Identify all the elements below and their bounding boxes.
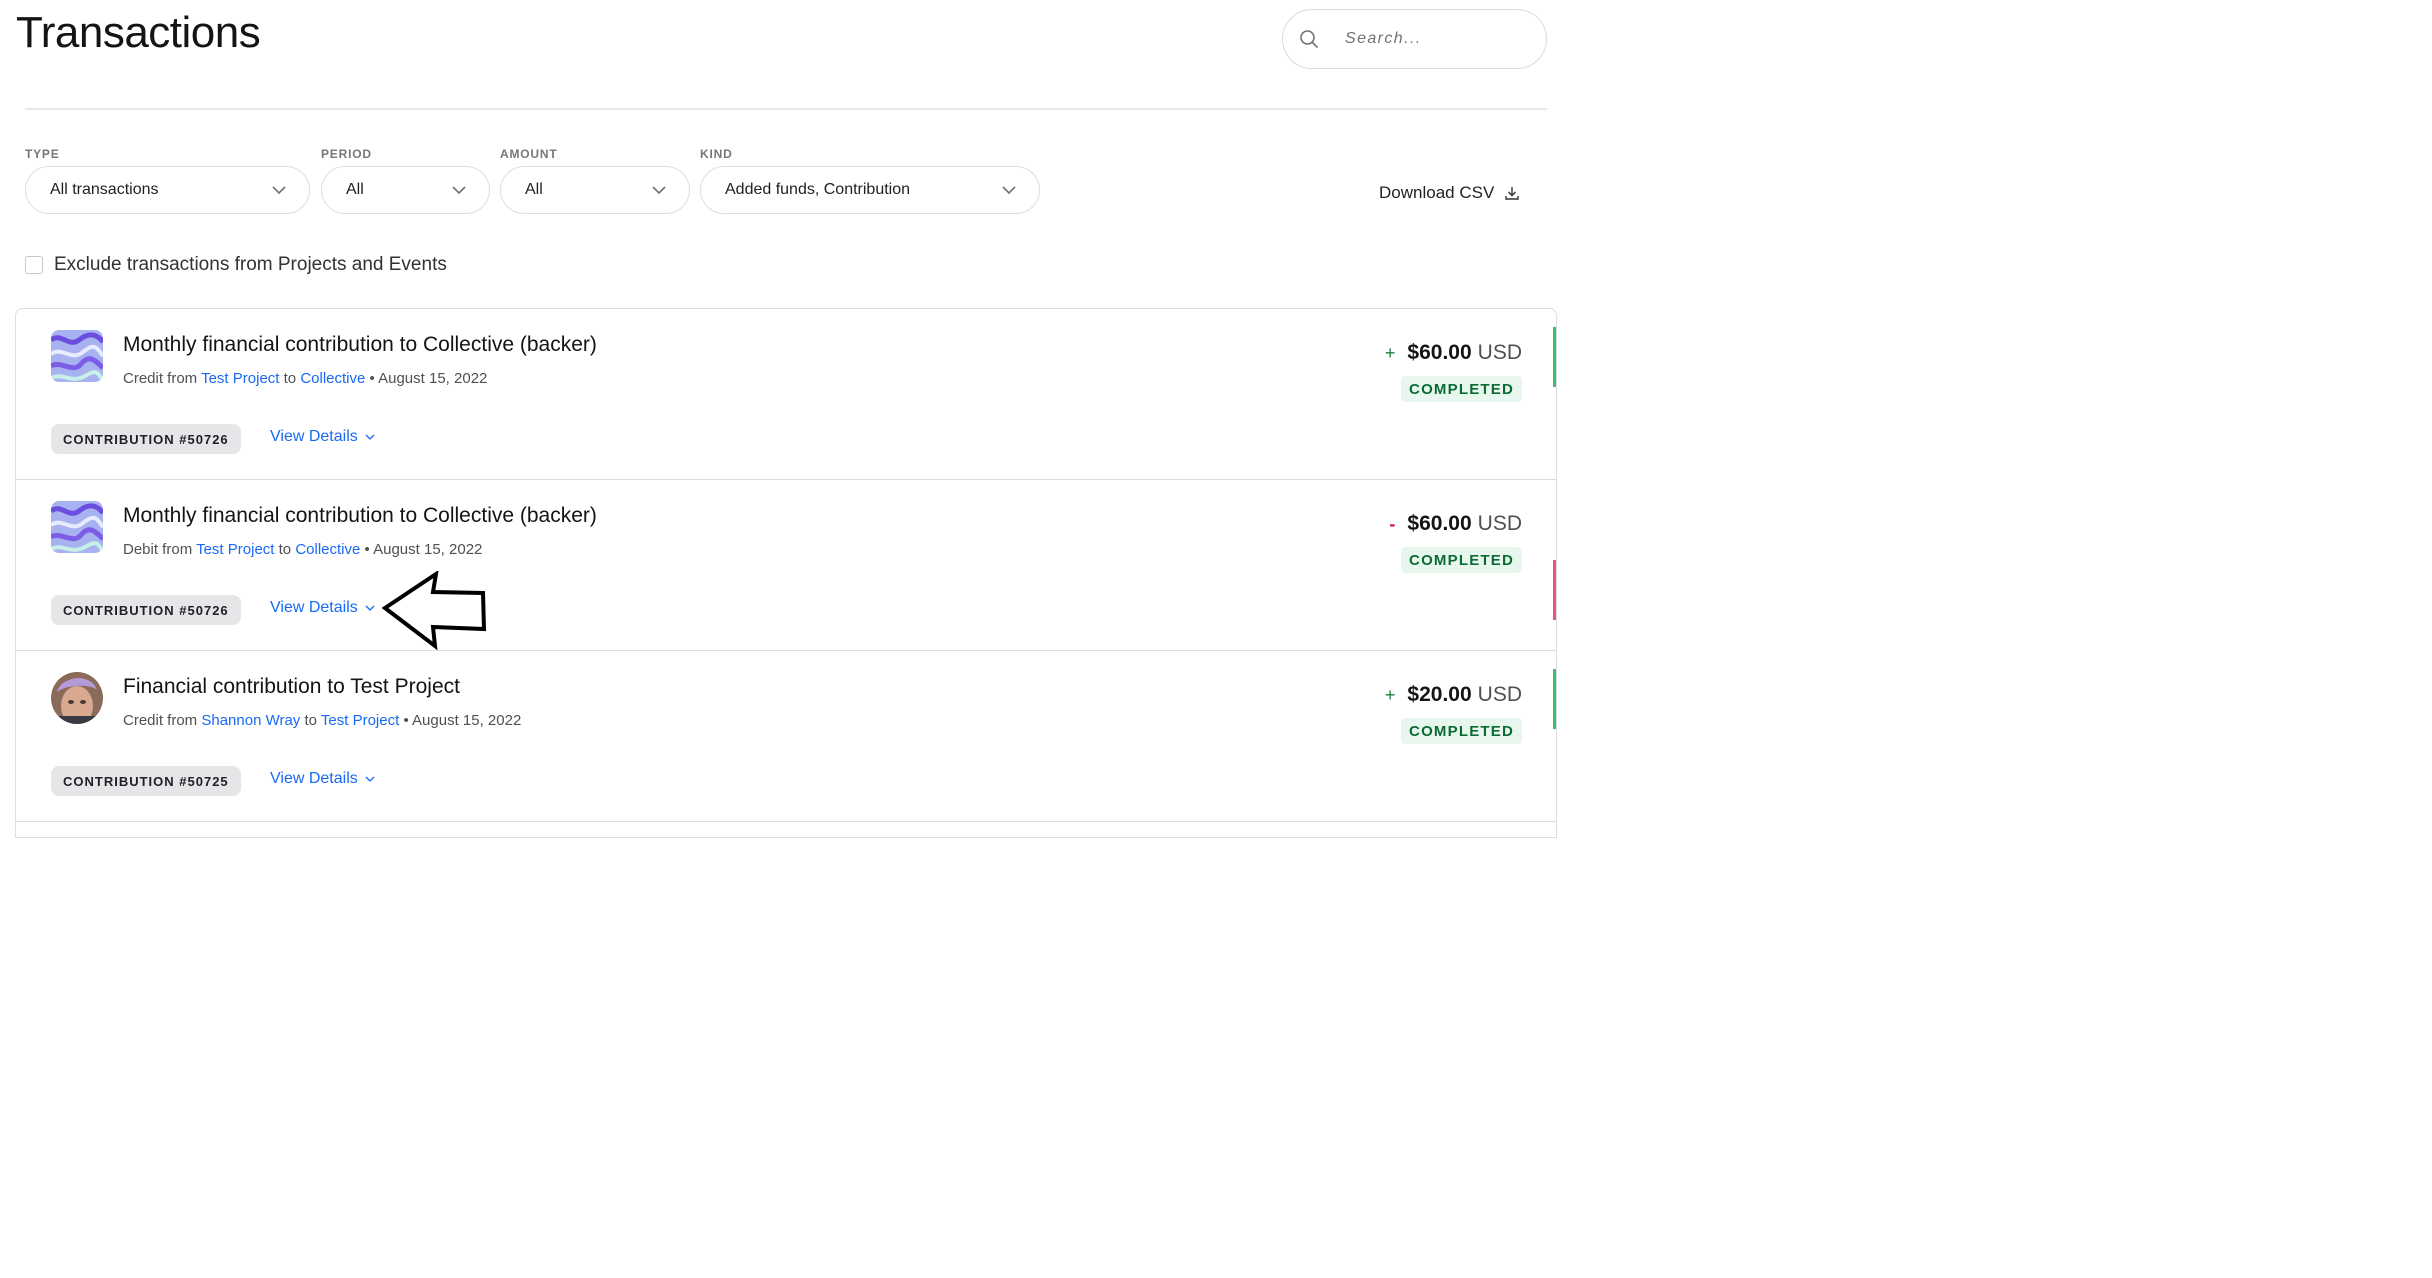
transaction-to-link[interactable]: Collective [300, 370, 365, 387]
annotation-arrow-icon [382, 571, 487, 651]
status-badge: COMPLETED [1401, 718, 1522, 744]
collective-avatar [51, 501, 103, 553]
transaction-to-link[interactable]: Test Project [321, 712, 399, 729]
chevron-down-icon [365, 434, 375, 440]
download-csv-label: Download CSV [1379, 183, 1495, 202]
transaction-item: Financial contribution to Test Project C… [16, 651, 1556, 822]
filter-type: TYPE All transactions [25, 147, 310, 214]
view-details-button[interactable]: View Details [270, 770, 375, 788]
transaction-item: Monthly financial contribution to Collec… [16, 309, 1556, 480]
transaction-title: Financial contribution to Test Project [123, 675, 460, 698]
amount-currency: USD [1477, 683, 1522, 706]
amount-value: $60.00 [1407, 341, 1472, 364]
header-divider [25, 108, 1547, 110]
chevron-down-icon [365, 605, 375, 611]
filter-type-value: All transactions [50, 181, 159, 198]
search-box[interactable] [1282, 9, 1547, 69]
transaction-from-link[interactable]: Test Project [196, 541, 274, 558]
amount-currency: USD [1477, 341, 1522, 364]
search-input[interactable] [1345, 30, 1525, 48]
chevron-down-icon [365, 776, 375, 782]
debit-indicator [1553, 560, 1556, 620]
transaction-subtitle: Debit from Test Project to Collective • … [123, 541, 482, 558]
download-icon [1505, 187, 1519, 200]
exclude-projects-events[interactable]: Exclude transactions from Projects and E… [25, 254, 447, 276]
view-details-label: View Details [270, 428, 358, 445]
transaction-subtitle: Credit from Shannon Wray to Test Project… [123, 712, 521, 729]
transaction-to-word: to [283, 370, 297, 387]
filter-type-select[interactable]: All transactions [25, 166, 310, 214]
transaction-from-link[interactable]: Test Project [201, 370, 279, 387]
transaction-item: Monthly financial contribution to Collec… [16, 480, 1556, 651]
filter-kind-select[interactable]: Added funds, Contribution [700, 166, 1040, 214]
amount-sign: + [1384, 343, 1396, 363]
status-badge: COMPLETED [1401, 547, 1522, 573]
download-csv-button[interactable]: Download CSV [1379, 183, 1520, 203]
page-title: Transactions [16, 8, 261, 57]
filter-amount: AMOUNT All [500, 147, 690, 214]
filter-type-label: TYPE [25, 147, 60, 161]
chevron-down-icon [452, 186, 466, 195]
transaction-kind: Credit from [123, 712, 198, 729]
exclude-checkbox[interactable] [25, 256, 43, 274]
status-badge: COMPLETED [1401, 376, 1522, 402]
transaction-subtitle: Credit from Test Project to Collective •… [123, 370, 487, 387]
transaction-from-link[interactable]: Shannon Wray [201, 712, 300, 729]
chevron-down-icon [652, 186, 666, 195]
filter-period: PERIOD All [321, 147, 490, 214]
filter-kind-label: KIND [700, 147, 733, 161]
contribution-badge[interactable]: CONTRIBUTION #50726 [51, 595, 241, 625]
filter-period-value: All [346, 181, 364, 198]
transaction-to-link[interactable]: Collective [295, 541, 360, 558]
user-avatar [51, 672, 103, 724]
transaction-amount: - $60.00 USD [1389, 512, 1522, 536]
filter-amount-select[interactable]: All [500, 166, 690, 214]
contribution-badge[interactable]: CONTRIBUTION #50726 [51, 424, 241, 454]
amount-sign: - [1389, 514, 1396, 534]
filter-period-select[interactable]: All [321, 166, 490, 214]
view-details-button[interactable]: View Details [270, 599, 375, 617]
amount-value: $20.00 [1407, 683, 1472, 706]
view-details-label: View Details [270, 599, 358, 616]
transaction-date: • August 15, 2022 [403, 712, 522, 729]
filter-kind-value: Added funds, Contribution [725, 181, 911, 198]
view-details-button[interactable]: View Details [270, 428, 375, 446]
view-details-label: View Details [270, 770, 358, 787]
transaction-title: Monthly financial contribution to Collec… [123, 333, 597, 356]
transaction-kind: Debit from [123, 541, 193, 558]
transaction-amount: + $20.00 USD [1385, 683, 1522, 707]
filter-kind: KIND Added funds, Contribution [700, 147, 1040, 214]
amount-currency: USD [1477, 512, 1522, 535]
amount-sign: + [1384, 685, 1396, 705]
transaction-date: • August 15, 2022 [364, 541, 483, 558]
transaction-to-word: to [304, 712, 317, 729]
chevron-down-icon [1002, 186, 1016, 195]
filter-amount-value: All [525, 181, 543, 198]
filter-amount-label: AMOUNT [500, 147, 558, 161]
transaction-amount: + $60.00 USD [1385, 341, 1522, 365]
transaction-date: • August 15, 2022 [369, 370, 488, 387]
filter-period-label: PERIOD [321, 147, 372, 161]
credit-indicator [1553, 669, 1556, 729]
collective-avatar [51, 330, 103, 382]
amount-value: $60.00 [1407, 512, 1472, 535]
transactions-list: Monthly financial contribution to Collec… [15, 308, 1557, 838]
exclude-label: Exclude transactions from Projects and E… [54, 254, 447, 275]
contribution-badge[interactable]: CONTRIBUTION #50725 [51, 766, 241, 796]
search-icon [1300, 30, 1318, 48]
credit-indicator [1553, 327, 1556, 387]
chevron-down-icon [272, 186, 286, 195]
transaction-kind: Credit from [123, 370, 198, 387]
transaction-title: Monthly financial contribution to Collec… [123, 504, 597, 527]
transaction-to-word: to [278, 541, 292, 558]
